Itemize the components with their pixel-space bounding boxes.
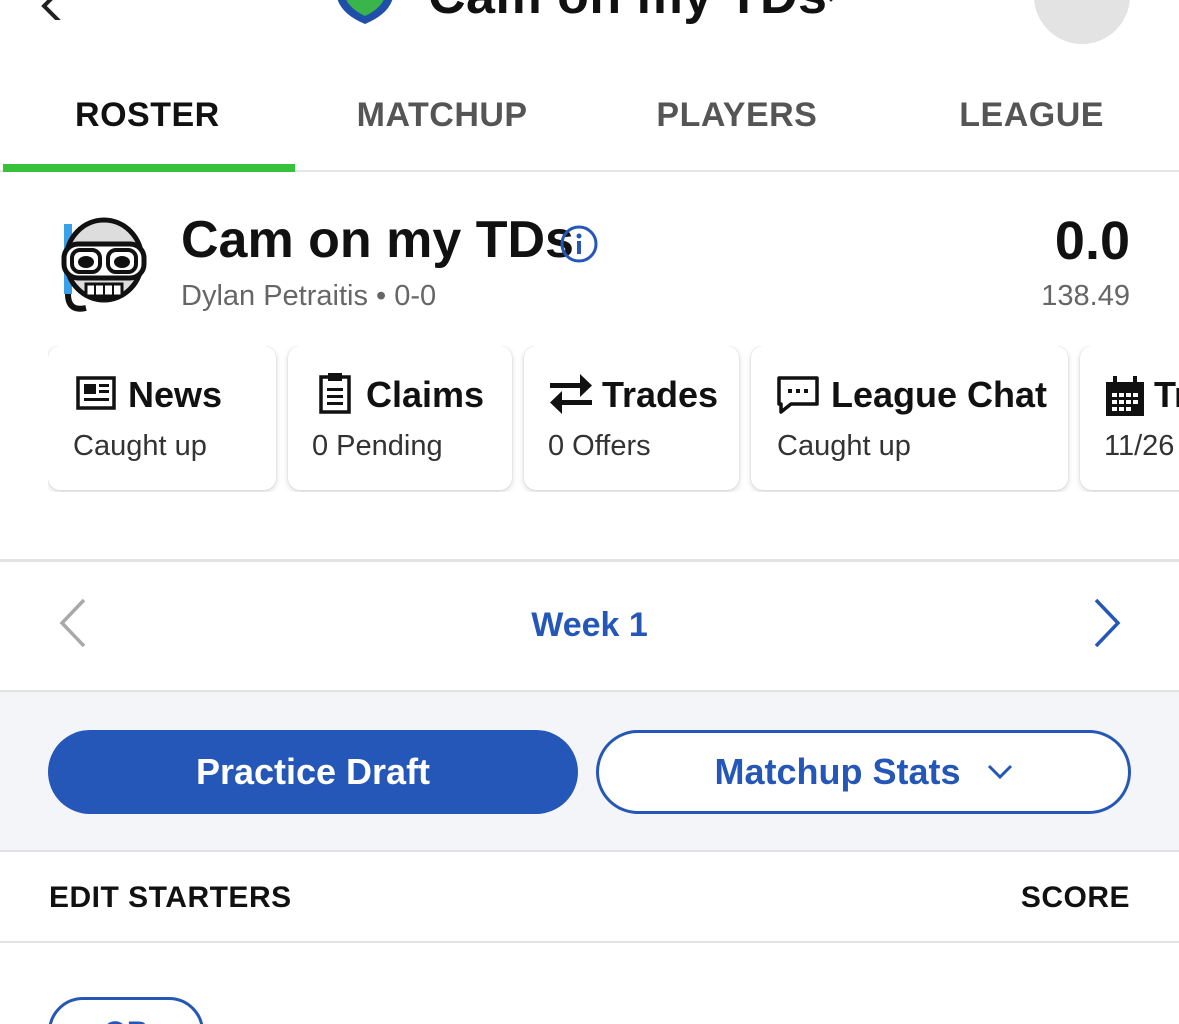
team-name: Cam on my TDs bbox=[181, 211, 574, 269]
back-icon[interactable] bbox=[30, 0, 90, 20]
chevron-down-icon bbox=[987, 764, 1012, 780]
news-card[interactable]: News Caught up bbox=[48, 346, 276, 490]
chat-button[interactable] bbox=[1034, 0, 1130, 44]
projected-score: 138.49 bbox=[1041, 280, 1130, 312]
roster-table-header: EDIT STARTERS SCORE bbox=[0, 853, 1179, 943]
week-navigator: Week 1 bbox=[0, 562, 1179, 690]
avatar[interactable] bbox=[56, 212, 148, 314]
practice-draft-label: Practice Draft bbox=[195, 751, 431, 792]
newspaper-icon bbox=[76, 376, 116, 410]
trades-card[interactable]: Trades 0 Offers bbox=[524, 346, 739, 490]
transactions-date: 11/26 bbox=[1104, 430, 1175, 462]
league-title[interactable]: Cam on my TDs bbox=[428, 0, 827, 26]
league-chat-card[interactable]: League Chat Caught up bbox=[751, 346, 1068, 490]
chevron-down-icon[interactable] bbox=[818, 0, 844, 6]
league-logo-icon bbox=[337, 0, 393, 24]
tab-roster[interactable]: ROSTER bbox=[0, 60, 295, 172]
tab-players[interactable]: PLAYERS bbox=[590, 60, 885, 170]
trades-title: Trades bbox=[602, 374, 719, 415]
chat-bubble-icon bbox=[1062, 0, 1102, 2]
league-chat-title: League Chat bbox=[831, 374, 1048, 415]
team-header: Cam on my TDs Dylan Petraitis • 0-0 0.0 … bbox=[0, 200, 1179, 330]
matchup-stats-dropdown[interactable]: Matchup Stats bbox=[596, 730, 1131, 814]
info-icon[interactable] bbox=[559, 224, 599, 264]
week-label[interactable]: Week 1 bbox=[0, 606, 1179, 645]
transactions-card[interactable]: Tr 11/26 bbox=[1080, 346, 1179, 490]
quick-cards: News Caught up Claims 0 Pending Trades 0… bbox=[48, 346, 1179, 492]
score-column-header: SCORE bbox=[1020, 881, 1130, 914]
trades-status: 0 Offers bbox=[548, 430, 651, 462]
chevron-right-icon[interactable] bbox=[1090, 598, 1124, 648]
tab-matchup[interactable]: MATCHUP bbox=[295, 60, 590, 170]
swap-arrows-icon bbox=[550, 374, 592, 414]
news-title: News bbox=[128, 374, 223, 415]
owner-record: Dylan Petraitis • 0-0 bbox=[181, 280, 437, 312]
team-score: 0.0 bbox=[1054, 211, 1130, 271]
claims-title: Claims bbox=[366, 374, 485, 415]
claims-card[interactable]: Claims 0 Pending bbox=[288, 346, 512, 490]
action-bar: Practice Draft Matchup Stats bbox=[0, 692, 1179, 851]
practice-draft-button[interactable]: Practice Draft bbox=[48, 730, 578, 814]
top-bar: Cam on my TDs bbox=[0, 0, 1179, 60]
calendar-icon bbox=[1106, 376, 1144, 416]
section-divider bbox=[0, 850, 1179, 852]
tab-bar: ROSTER MATCHUP PLAYERS LEAGUE bbox=[0, 60, 1179, 172]
tab-league[interactable]: LEAGUE bbox=[884, 60, 1179, 170]
position-badge[interactable]: QB bbox=[48, 997, 204, 1024]
chat-dots-icon bbox=[777, 376, 819, 414]
edit-starters-button[interactable]: EDIT STARTERS bbox=[49, 881, 292, 915]
transactions-title: Tr bbox=[1154, 374, 1179, 415]
position-label: QB bbox=[51, 1016, 201, 1024]
league-chat-status: Caught up bbox=[777, 430, 911, 462]
claims-status: 0 Pending bbox=[312, 430, 443, 462]
matchup-stats-label: Matchup Stats bbox=[714, 751, 961, 792]
clipboard-icon bbox=[319, 373, 351, 414]
news-status: Caught up bbox=[73, 430, 207, 462]
